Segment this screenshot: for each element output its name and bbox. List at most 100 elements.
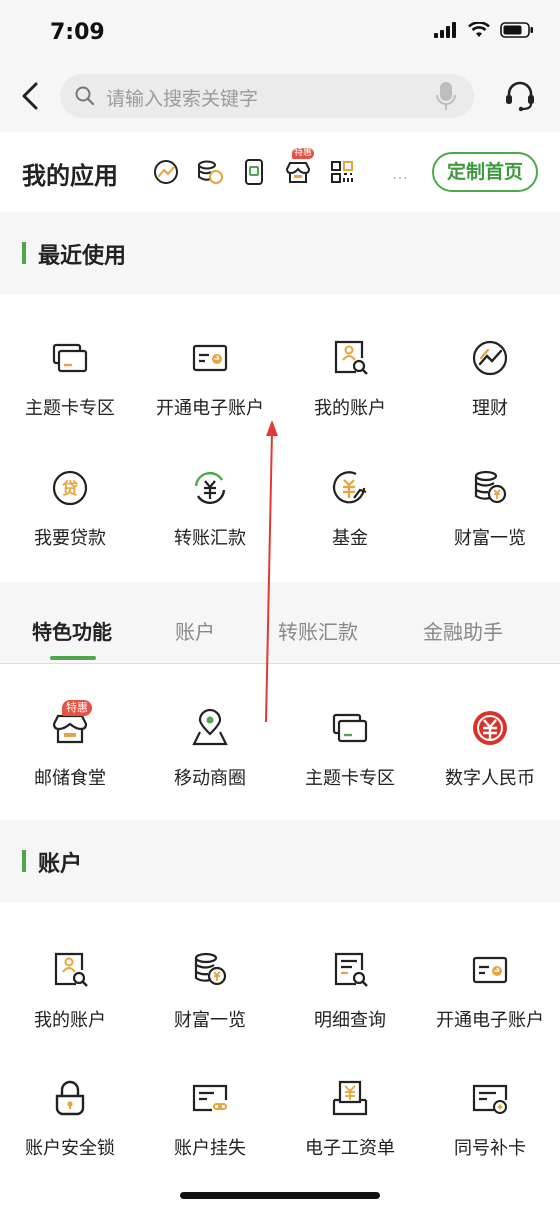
- battery-icon: [500, 22, 533, 38]
- account-section-title: 账户: [38, 852, 83, 877]
- grid-label: 开通电子账户: [156, 398, 264, 419]
- grid-label: 财富一览: [454, 528, 526, 549]
- recent-item-theme-card[interactable]: 主题卡专区: [0, 338, 140, 466]
- search-input[interactable]: 请输入搜索关键字: [60, 74, 474, 118]
- account-search-icon: [54, 952, 88, 987]
- account-item-card-reissue[interactable]: 同号补卡: [420, 1078, 560, 1206]
- cards-icon: [332, 713, 368, 743]
- status-time: 7:09: [50, 20, 105, 45]
- payslip-icon: [332, 1080, 368, 1116]
- feature-item-mobile-commerce[interactable]: 移动商圈: [140, 708, 280, 836]
- digital-rmb-icon: [473, 711, 507, 745]
- account-item-security-lock[interactable]: 账户安全锁: [0, 1078, 140, 1206]
- nav-bar: 请输入搜索关键字: [0, 64, 560, 132]
- account-item-detail-query[interactable]: 明细查询: [280, 950, 420, 1078]
- grid-label: 基金: [332, 528, 368, 549]
- grid-label: 明细查询: [314, 1010, 386, 1031]
- grid-label: 主题卡专区: [25, 398, 115, 419]
- my-apps-title: 我的应用: [22, 162, 118, 190]
- grid-label: 账户安全锁: [25, 1138, 115, 1159]
- tab-features[interactable]: 特色功能: [32, 616, 112, 645]
- e-card-icon: [192, 344, 228, 372]
- grid-label: 电子工资单: [305, 1138, 395, 1159]
- feature-item-canteen[interactable]: 特惠 邮储食堂: [0, 700, 140, 836]
- grid-label: 同号补卡: [454, 1138, 526, 1159]
- back-button[interactable]: [16, 78, 48, 114]
- grid-label: 移动商圈: [174, 768, 246, 789]
- account-item-open-e-account[interactable]: 开通电子账户: [420, 950, 560, 1078]
- account-item-report-loss[interactable]: 账户挂失: [140, 1078, 280, 1206]
- wealth-chart-icon: [150, 156, 182, 188]
- store-discount-icon: 特惠: [282, 148, 314, 188]
- grid-label: 开通电子账户: [436, 1010, 544, 1031]
- account-item-my-account[interactable]: 我的账户: [0, 950, 140, 1078]
- recent-item-transfer[interactable]: 转账汇款: [140, 468, 280, 596]
- recent-item-open-e-account[interactable]: 开通电子账户: [140, 338, 280, 466]
- recent-item-loan[interactable]: 贷 我要贷款: [0, 468, 140, 596]
- search-placeholder: 请输入搜索关键字: [106, 88, 259, 110]
- recent-section-title: 最近使用: [38, 244, 127, 269]
- grid-label: 我的账户: [314, 398, 386, 419]
- e-card-icon: [472, 956, 508, 984]
- card-loss-icon: [192, 1084, 228, 1112]
- recent-section-header: 最近使用: [0, 212, 560, 294]
- tab-transfer[interactable]: 转账汇款: [278, 616, 358, 645]
- feature-item-theme-card[interactable]: 主题卡专区: [280, 708, 420, 836]
- feature-item-digital-rmb[interactable]: 数字人民币: [420, 708, 560, 836]
- my-apps-icons[interactable]: 特惠: [150, 148, 358, 188]
- phone-scan-icon: [238, 156, 270, 188]
- status-bar: 7:09: [0, 0, 560, 64]
- wifi-icon: [468, 22, 490, 37]
- discount-badge: 特惠: [292, 148, 314, 159]
- recent-item-finance[interactable]: 理财: [420, 338, 560, 466]
- wealth-coins-icon: [194, 952, 227, 986]
- card-reissue-icon: [472, 1084, 508, 1114]
- lock-icon: [55, 1080, 85, 1116]
- section-accent-bar: [22, 850, 26, 872]
- home-indicator[interactable]: [180, 1192, 380, 1199]
- account-item-wealth[interactable]: 财富一览: [140, 950, 280, 1078]
- my-apps-bar: 我的应用 特惠 … 定制首页: [0, 132, 560, 212]
- qrcode-icon: [326, 156, 358, 188]
- recent-item-fund[interactable]: 基金: [280, 468, 420, 596]
- microphone-icon[interactable]: [436, 80, 456, 112]
- account-search-icon: [334, 340, 368, 375]
- recent-item-wealth[interactable]: 财富一览: [420, 468, 560, 596]
- features-grid: 特惠 邮储食堂 移动商圈 主题卡专区 数字人民币: [0, 664, 560, 820]
- recent-grid: 主题卡专区 开通电子账户 我的账户 理财 贷 我要贷款 转账汇款 基金 财富一览: [0, 294, 560, 582]
- loan-icon: 贷: [52, 470, 88, 506]
- signal-icon: [434, 22, 456, 38]
- transfer-yen-icon: [194, 471, 226, 505]
- finance-chart-icon: [472, 340, 508, 376]
- discount-badge: 特惠: [62, 700, 92, 716]
- tab-account[interactable]: 账户: [175, 616, 215, 645]
- map-pin-icon: [192, 708, 228, 746]
- more-dots: …: [392, 164, 410, 183]
- account-grid: 我的账户 财富一览 明细查询 开通电子账户 账户安全锁 账户挂失 电子工资单 同…: [0, 902, 560, 1211]
- grid-label: 转账汇款: [174, 528, 246, 549]
- grid-label: 数字人民币: [445, 768, 535, 789]
- tab-finance-assistant[interactable]: 金融助手: [423, 616, 503, 645]
- fund-icon: [332, 471, 367, 504]
- grid-label: 理财: [472, 398, 508, 419]
- customize-home-button[interactable]: 定制首页: [432, 152, 538, 192]
- active-tab-underline: [50, 656, 96, 660]
- account-item-payslip[interactable]: 电子工资单: [280, 1078, 420, 1206]
- grid-label: 账户挂失: [174, 1138, 246, 1159]
- grid-label: 财富一览: [174, 1010, 246, 1031]
- detail-query-icon: [334, 952, 368, 987]
- coins-icon: [194, 156, 226, 188]
- svg-text:贷: 贷: [62, 479, 78, 498]
- wealth-coins-icon: [474, 470, 507, 504]
- category-tabs: 特色功能 账户 转账汇款 金融助手: [0, 582, 560, 664]
- chevron-left-icon: [22, 82, 38, 110]
- grid-label: 我要贷款: [34, 528, 106, 549]
- recent-item-my-account[interactable]: 我的账户: [280, 338, 420, 466]
- grid-label: 我的账户: [34, 1010, 106, 1031]
- headset-icon: [506, 81, 534, 112]
- grid-label: 主题卡专区: [305, 768, 395, 789]
- search-icon: [75, 86, 95, 106]
- customer-service-button[interactable]: [502, 78, 538, 114]
- account-section-header: 账户: [0, 820, 560, 902]
- cards-icon: [52, 343, 88, 373]
